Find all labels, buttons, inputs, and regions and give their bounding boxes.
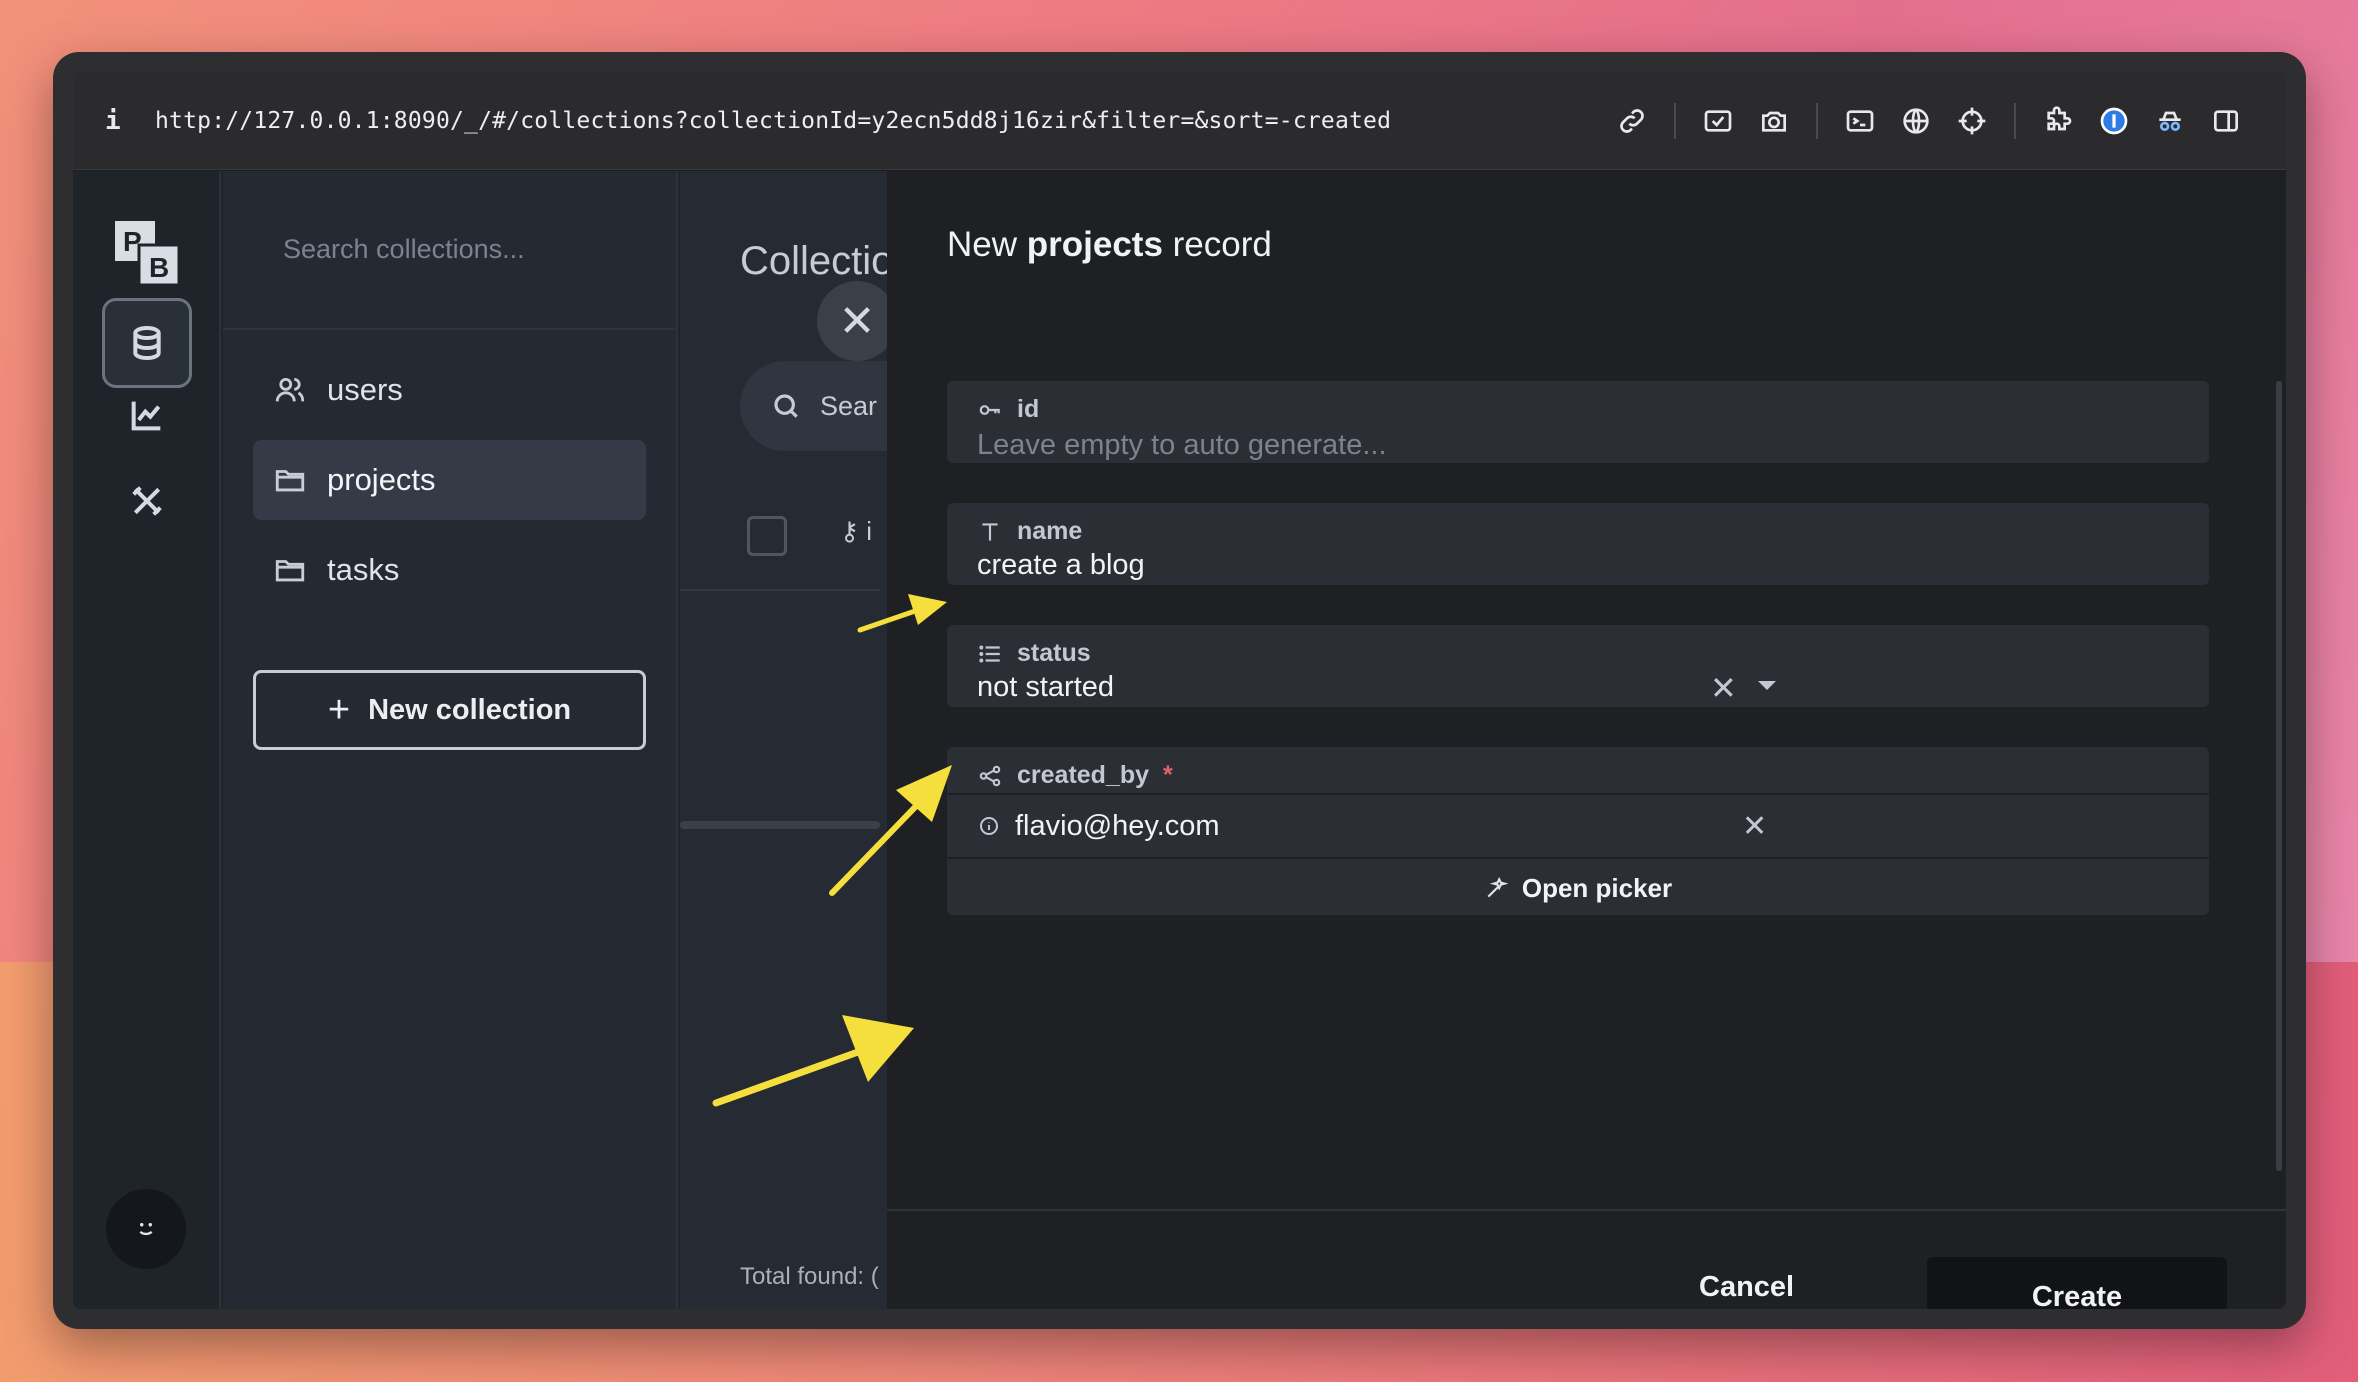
horizontal-scrollbar[interactable] xyxy=(680,821,880,829)
nav-rail: P B xyxy=(73,171,221,1309)
chevron-down-icon[interactable] xyxy=(1758,681,1776,690)
text-icon xyxy=(982,522,998,541)
title-prefix: New xyxy=(947,225,1027,264)
collections-search-placeholder: Search collections... xyxy=(283,234,525,264)
record-drawer: New projects record id Leave empty to au… xyxy=(887,171,2286,1309)
site-info-icon[interactable]: i xyxy=(105,106,155,136)
link-icon[interactable] xyxy=(1604,93,1660,149)
close-drawer-button[interactable]: ✕ xyxy=(817,281,897,361)
list-icon xyxy=(979,645,1000,662)
info-icon[interactable] xyxy=(977,814,1001,838)
column-label: i xyxy=(866,516,873,546)
svg-text:B: B xyxy=(149,252,169,283)
collections-sidebar: Search collections... users projects tas… xyxy=(223,171,678,1309)
url-bar[interactable]: i http://127.0.0.1:8090/_/#/collections?… xyxy=(73,72,2286,170)
open-picker-label: Open picker xyxy=(1521,872,1673,903)
magic-wand-icon xyxy=(1487,876,1509,898)
tools-icon xyxy=(132,486,162,516)
sidebar-item-projects[interactable]: projects xyxy=(253,440,646,520)
name-input[interactable]: create a blog xyxy=(977,549,1145,582)
smiley-icon xyxy=(139,1223,153,1236)
sidebar-item-users[interactable]: users xyxy=(253,350,646,430)
required-mark: * xyxy=(1163,761,1173,789)
page-title: Collectio xyxy=(740,239,894,283)
total-found: Total found: ( xyxy=(740,1263,879,1290)
cancel-button[interactable]: Cancel xyxy=(1699,1271,1794,1304)
plus-icon: + xyxy=(327,688,351,731)
id-input[interactable]: Leave empty to auto generate... xyxy=(977,429,1387,462)
search-icon xyxy=(774,394,798,418)
crosshair-icon[interactable] xyxy=(1944,93,2000,149)
key-icon xyxy=(979,404,1000,415)
new-collection-label: New collection xyxy=(368,693,572,726)
database-icon xyxy=(133,326,161,361)
sidebar-item-label: projects xyxy=(327,462,436,497)
extensions-icon[interactable] xyxy=(2030,93,2086,149)
status-field[interactable]: status not started ✕ xyxy=(947,625,2209,707)
sidebar-item-label: users xyxy=(327,372,403,407)
incognito-icon[interactable] xyxy=(2142,93,2198,149)
id-field[interactable]: id Leave empty to auto generate... xyxy=(947,381,2209,463)
title-suffix: record xyxy=(1162,225,1272,264)
svg-text:P: P xyxy=(123,226,142,257)
camera-icon[interactable] xyxy=(1746,93,1802,149)
sidebar-item-tasks[interactable]: tasks xyxy=(253,530,646,610)
terminal-icon[interactable] xyxy=(1832,93,1888,149)
avatar[interactable] xyxy=(106,1189,186,1269)
relation-remove-icon[interactable]: ✕ xyxy=(1742,809,1767,844)
nav-settings-button[interactable] xyxy=(102,456,192,546)
created-by-field: created_by * flavio@hey.com ✕ Open picke… xyxy=(947,747,2209,915)
screenshot-icon[interactable] xyxy=(1690,93,1746,149)
title-collection: projects xyxy=(1026,225,1163,264)
sidebar-item-label: tasks xyxy=(327,552,400,587)
toolbar-divider xyxy=(1816,102,1818,139)
key-icon: ⚷ xyxy=(840,516,867,546)
field-label-created-by: created_by xyxy=(1017,761,1150,789)
chart-line-icon xyxy=(131,401,161,431)
drawer-footer: Cancel Create xyxy=(887,1209,2286,1309)
browser-window: i http://127.0.0.1:8090/_/#/collections?… xyxy=(53,52,2306,1329)
toolbar-divider xyxy=(2014,102,2016,139)
field-label-id: id xyxy=(1017,395,1040,423)
password-manager-icon[interactable] xyxy=(2086,93,2142,149)
select-all-checkbox[interactable] xyxy=(747,516,787,556)
field-label-status: status xyxy=(1017,639,1091,667)
records-search-placeholder: Sear xyxy=(820,390,878,421)
relation-item[interactable]: flavio@hey.com ✕ xyxy=(947,793,2209,859)
id-column-header[interactable]: ⚷ i xyxy=(840,516,872,547)
folder-icon xyxy=(275,470,305,492)
sidebar-toggle-icon[interactable] xyxy=(2198,93,2254,149)
globe-icon[interactable] xyxy=(1888,93,1944,149)
relation-value: flavio@hey.com xyxy=(1015,809,1220,842)
collections-search-input[interactable]: Search collections... xyxy=(223,171,676,330)
pocketbase-logo[interactable]: P B xyxy=(111,217,183,289)
table-divider xyxy=(680,589,880,591)
folder-icon xyxy=(275,560,305,582)
name-field[interactable]: name create a blog xyxy=(947,503,2209,585)
status-select-value[interactable]: not started xyxy=(977,671,1114,704)
status-clear-icon[interactable]: ✕ xyxy=(1710,669,1737,707)
open-picker-button[interactable]: Open picker xyxy=(947,861,2209,915)
drawer-title: New projects record xyxy=(947,225,1272,265)
nav-logs-button[interactable] xyxy=(102,370,192,460)
relation-icon xyxy=(979,765,1001,786)
users-icon xyxy=(275,377,305,402)
url-text[interactable]: http://127.0.0.1:8090/_/#/collections?co… xyxy=(155,108,1391,134)
toolbar-divider xyxy=(1674,102,1676,139)
new-collection-button[interactable]: + New collection xyxy=(253,670,646,750)
create-button[interactable]: Create xyxy=(1927,1257,2227,1309)
field-label-name: name xyxy=(1017,517,1083,545)
drawer-scrollbar[interactable] xyxy=(2276,381,2282,1171)
app-area: P B Search collections... users projects… xyxy=(73,171,2286,1309)
